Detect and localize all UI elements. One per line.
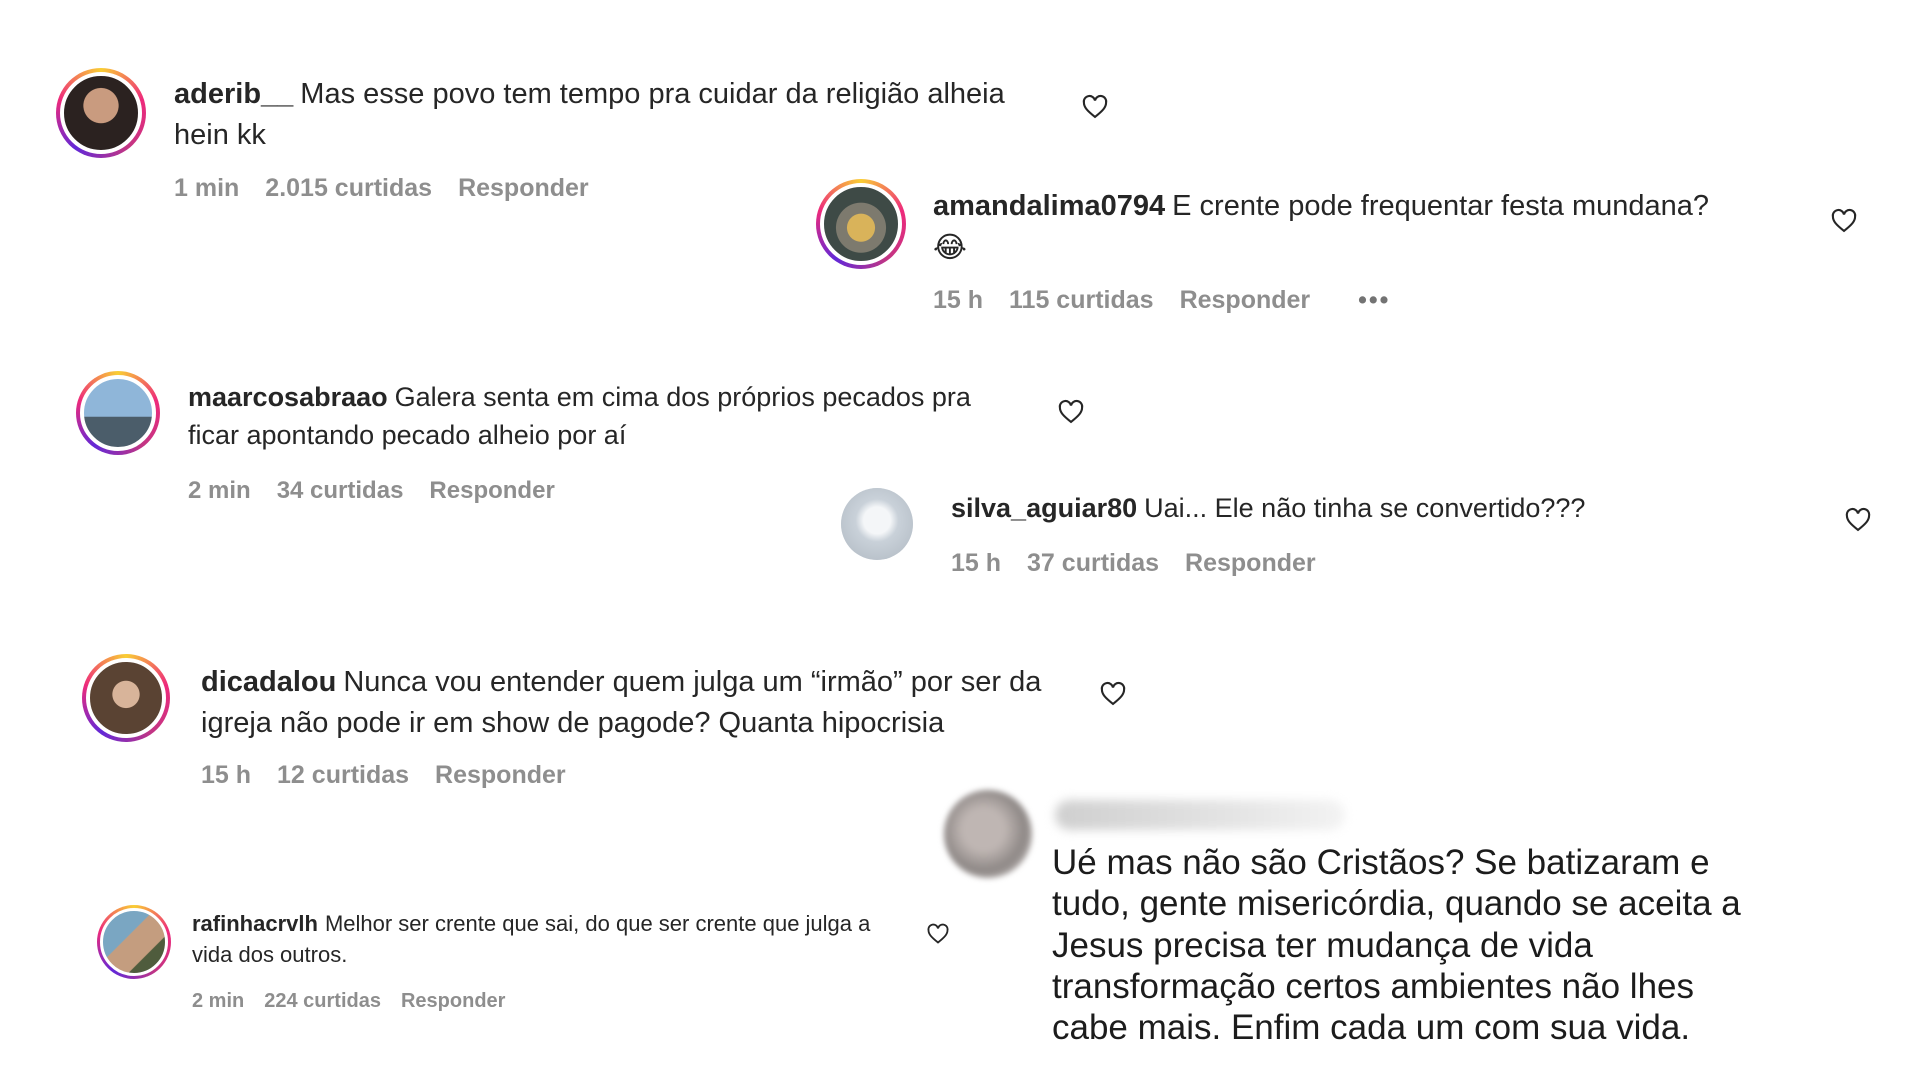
more-dots-icon[interactable]: •••: [1358, 286, 1390, 314]
comment-likes[interactable]: 34 curtidas: [277, 477, 404, 504]
username-blurred: [1055, 800, 1345, 830]
emoji-laughing: 😂: [933, 229, 967, 264]
heart-outline-icon[interactable]: [926, 922, 950, 946]
comment-username[interactable]: silva_aguiar80: [951, 493, 1137, 523]
reply-button[interactable]: Responder: [1185, 549, 1316, 577]
heart-outline-icon[interactable]: [1844, 506, 1872, 534]
comment-likes[interactable]: 37 curtidas: [1027, 549, 1159, 577]
comment-body: amandalima0794 E crente pode frequentar f…: [933, 186, 1823, 268]
avatar[interactable]: [82, 654, 170, 742]
comment-body: silva_aguiar80 Uai... Ele não tinha se co…: [951, 490, 1831, 528]
comment-meta: 15 h 12 curtidas Responder: [201, 761, 592, 790]
comment-meta: 2 min 224 curtidas Responder: [192, 990, 531, 1013]
comment-text: Mas esse povo tem tempo pra cuidar da re…: [174, 78, 1005, 151]
comment-text: Ué mas não são Cristãos? Se batizaram e …: [1052, 843, 1741, 1048]
comment-username[interactable]: dicadalou: [201, 666, 336, 698]
comment-time: 1 min: [174, 174, 240, 202]
comment-likes[interactable]: 224 curtidas: [264, 990, 381, 1012]
comment-time: 2 min: [188, 477, 251, 504]
heart-outline-icon[interactable]: [1057, 398, 1085, 426]
comment-time: 15 h: [933, 286, 984, 314]
comment-username[interactable]: rafinhacrvlh: [192, 911, 318, 936]
avatar[interactable]: [76, 371, 160, 455]
comment-meta: 15 h 115 curtidas Responder •••: [933, 286, 1416, 315]
comment-body: rafinhacrvlh Melhor ser crente que sai, d…: [192, 909, 912, 971]
comment-username[interactable]: aderib__: [174, 78, 293, 110]
comment-username[interactable]: amandalima0794: [933, 190, 1165, 222]
reply-button[interactable]: Responder: [429, 477, 554, 504]
comment-likes[interactable]: 2.015 curtidas: [265, 174, 432, 202]
heart-outline-icon[interactable]: [1081, 93, 1109, 121]
comment-text: Uai... Ele não tinha se convertido???: [1144, 493, 1586, 523]
reply-button[interactable]: Responder: [1180, 286, 1311, 314]
avatar[interactable]: [841, 488, 913, 560]
avatar-blurred: [944, 790, 1032, 878]
comment-likes[interactable]: 115 curtidas: [1009, 286, 1154, 314]
comment-username[interactable]: maarcosabraao: [188, 382, 388, 412]
comment-time: 2 min: [192, 990, 245, 1012]
comment-time: 15 h: [201, 761, 252, 789]
avatar[interactable]: [97, 905, 171, 979]
comment-text: E crente pode frequentar festa mundana?: [1172, 190, 1710, 222]
comment-meta: 2 min 34 curtidas Responder: [188, 477, 581, 505]
reply-button[interactable]: Responder: [435, 761, 566, 789]
comment-meta: 1 min 2.015 curtidas Responder: [174, 174, 615, 203]
comment-body: dicadalou Nunca vou entender quem julga u…: [201, 662, 1081, 743]
avatar[interactable]: [56, 68, 146, 158]
reply-button[interactable]: Responder: [401, 990, 505, 1012]
avatar[interactable]: [816, 179, 906, 269]
comment-body: aderib__ Mas esse povo tem tempo pra cuid…: [174, 74, 1014, 155]
comment-likes[interactable]: 12 curtidas: [277, 761, 409, 789]
heart-outline-icon[interactable]: [1830, 207, 1858, 235]
comment-meta: 15 h 37 curtidas Responder: [951, 549, 1342, 578]
heart-outline-icon[interactable]: [1099, 680, 1127, 708]
comment-time: 15 h: [951, 549, 1002, 577]
reply-button[interactable]: Responder: [458, 174, 589, 202]
comment-body: maarcosabraao Galera senta em cima dos pr…: [188, 379, 1018, 455]
